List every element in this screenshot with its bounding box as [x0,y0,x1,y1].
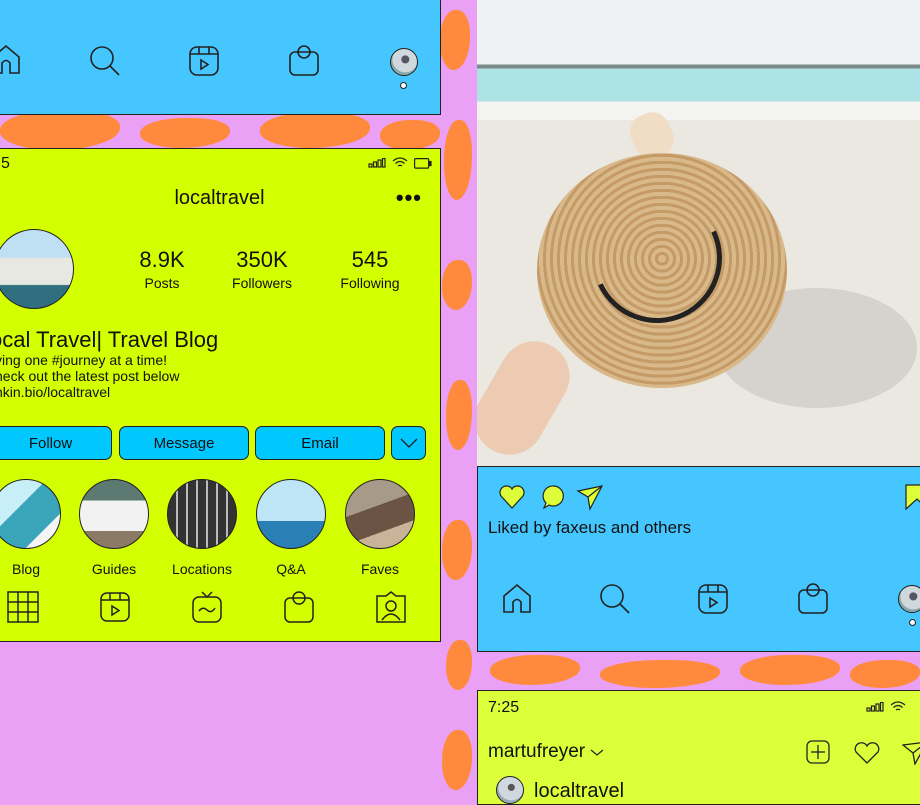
signal-icon [368,158,386,168]
highlight-label: Locations [172,561,232,577]
new-post-icon[interactable] [806,740,830,764]
stat-value: 8.9K [139,247,185,272]
home-icon[interactable] [0,43,23,77]
highlight-label: Guides [91,561,137,577]
account-switcher[interactable]: martufreyer [488,741,604,763]
message-button[interactable]: Message [119,426,249,460]
active-indicator-dot [909,619,916,626]
account-name: martufreyer [488,741,586,762]
shop-icon[interactable] [287,44,321,78]
profile-screen: 5 localtravel ••• 8.9K Posts 350K Follow… [0,148,441,642]
highlight-faves[interactable]: Faves [343,479,417,577]
highlight-thumbnail [256,479,326,549]
reels-icon[interactable] [187,44,221,78]
feed-screen: 7:25 martufreyer localtravel [477,690,920,805]
shop-icon[interactable] [796,582,830,616]
suggestions-dropdown-button[interactable] [391,426,426,460]
activity-heart-icon[interactable] [853,741,881,765]
tagged-icon[interactable] [375,591,407,623]
stat-following[interactable]: 545 Following [320,247,420,291]
status-icons [368,157,432,169]
post-actions-panel: Liked by faxeus and others [477,466,920,652]
email-button[interactable]: Email [255,426,385,460]
search-icon[interactable] [598,582,632,616]
home-icon[interactable] [500,582,534,616]
battery-icon [414,157,432,169]
highlight-qa[interactable]: Q&A [254,479,328,577]
status-time: 5 [1,155,10,172]
grid-icon[interactable] [7,591,39,623]
profile-avatar[interactable] [898,585,920,613]
status-time: 7:25 [488,699,520,716]
search-icon[interactable] [88,44,122,78]
reels-icon[interactable] [99,591,131,623]
comment-icon[interactable] [540,483,568,511]
liked-by-text[interactable]: Liked by faxeus and others [488,518,691,538]
signal-icon [866,702,884,712]
share-icon[interactable] [576,483,604,511]
chevron-down-icon [400,438,417,448]
highlight-label: Faves [360,561,400,577]
bookmark-icon[interactable] [903,483,920,511]
wifi-icon [392,157,408,167]
igtv-icon[interactable] [191,591,223,623]
profile-avatar-large[interactable] [0,229,74,309]
more-options-button[interactable]: ••• [396,185,422,211]
highlight-label: Q&A [276,561,306,577]
active-indicator-dot [400,82,407,89]
reels-icon[interactable] [696,582,730,616]
bio-line: ving one #journey at a time! [0,352,167,368]
chevron-down-icon [591,749,604,756]
bio-link[interactable]: nkin.bio/localtravel [0,384,110,400]
stat-posts[interactable]: 8.9K Posts [112,247,212,291]
highlight-thumbnail [79,479,149,549]
stat-value: 350K [236,247,288,272]
bio-line: heck out the latest post below [0,368,180,384]
highlight-thumbnail [0,479,61,549]
stat-label: Followers [232,275,292,291]
profile-username: localtravel [174,187,265,209]
highlight-locations[interactable]: Locations [165,479,239,577]
stat-label: Posts [144,275,180,291]
highlight-blog[interactable]: Blog [0,479,63,577]
stat-followers[interactable]: 350K Followers [212,247,312,291]
stat-value: 545 [351,247,389,272]
status-icons [866,701,906,713]
bio-name: ocal Travel| Travel Blog [0,327,219,352]
highlight-thumbnail [345,479,415,549]
direct-messages-icon[interactable] [901,741,920,766]
profile-avatar[interactable] [390,48,418,76]
wifi-icon [890,701,906,711]
photo-arm [477,328,583,468]
follow-button[interactable]: Follow [0,426,112,460]
like-icon[interactable] [498,483,526,511]
shop-icon[interactable] [283,591,315,623]
post-photo[interactable] [477,0,920,468]
stat-label: Following [340,275,400,291]
highlight-label: Blog [11,561,41,577]
highlight-guides[interactable]: Guides [77,479,151,577]
top-nav-bar [0,0,441,115]
highlight-thumbnail [167,479,237,549]
